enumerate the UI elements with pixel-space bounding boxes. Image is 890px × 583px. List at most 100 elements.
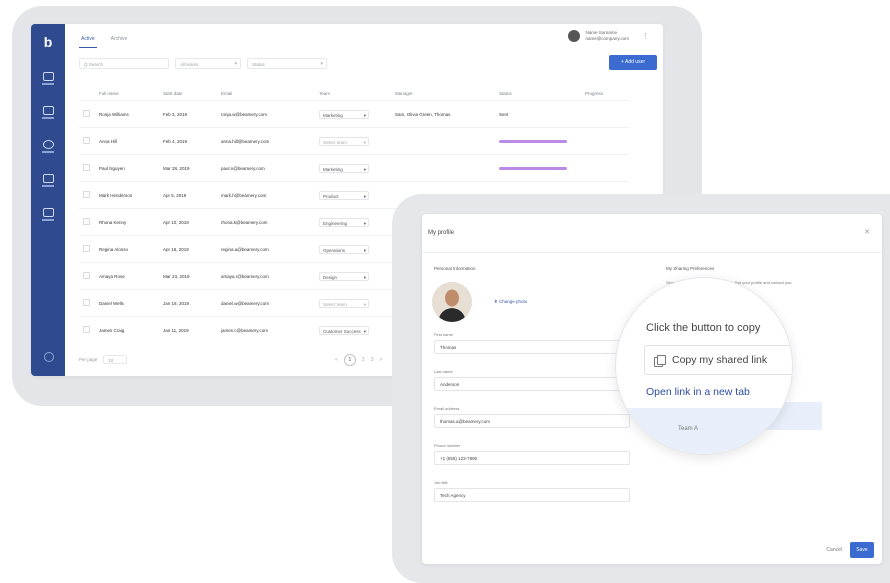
cell-status [495,127,581,155]
team-tag: Team A [678,426,699,432]
cell-date: Apr 5, 2019 [159,181,217,209]
row-checkbox[interactable] [83,245,90,252]
table-row[interactable]: Paul Nguyen Mar 28, 2019 paul.n@beamery.co… [79,154,629,182]
save-button[interactable]: Save [850,542,874,558]
phone-field[interactable]: +1 (555) 123-7890 [434,451,630,465]
copy-link-button[interactable]: Copy my shared link [644,345,792,375]
tab-archive[interactable]: Archive [109,34,130,48]
team-select[interactable]: Marketing ▾ [319,163,369,173]
team-select[interactable]: Customer Success ▾ [319,325,369,335]
table-row[interactable]: Ronja Williams Feb 3, 2019 ronja.w@beamery… [79,100,629,128]
page-link[interactable]: 2 [362,357,365,363]
row-checkbox[interactable] [83,191,90,198]
column-header[interactable]: Status [495,86,581,101]
cell-name[interactable]: Rhona Kenny [95,208,159,236]
cell-status: Sent [495,100,581,128]
copy-icon [654,354,666,367]
row-checkbox[interactable] [83,326,90,333]
avatar [568,30,581,42]
grid-icon[interactable] [39,174,57,190]
home-icon[interactable] [39,72,57,88]
last-name-field[interactable]: Anderson [434,377,630,391]
report-icon[interactable] [39,208,57,224]
column-header[interactable]: Team [315,86,391,101]
cell-name[interactable]: James Craig [95,316,159,343]
copy-link-label: Copy my shared link [672,354,768,366]
cell-manager [391,154,495,182]
field-label: Phone number [434,443,461,448]
cell-name[interactable]: Ronja Williams [95,100,159,128]
team-select[interactable]: Marketing ▾ [319,109,369,119]
prev-page-icon[interactable]: < [335,357,338,363]
team-select[interactable]: Engineering ▾ [319,217,369,227]
cell-date: Apr 16, 2019 [159,235,217,263]
page-current[interactable]: 1 [343,354,356,366]
row-checkbox[interactable] [83,164,90,171]
cell-date: Mar 23, 2019 [159,262,217,290]
sidebar: b [31,24,65,376]
row-checkbox[interactable] [83,299,90,306]
tab-active[interactable]: Active [79,34,97,48]
team-select[interactable]: Select team ▾ [319,298,369,308]
cell-date: Feb 3, 2019 [159,100,217,128]
cell-email: james.c@beamery.com [217,316,315,343]
row-checkbox[interactable] [83,218,90,225]
row-checkbox[interactable] [83,137,90,144]
table-row[interactable]: Anna Hill Feb 4, 2019 anna.hill@beamery.co… [79,127,629,155]
help-icon[interactable] [44,352,54,362]
job-title-field[interactable]: Tech Agency [434,488,630,502]
email-field[interactable]: thomas.a@beamery.com [434,414,630,428]
user-menu[interactable]: Name Surname name@company.com ⋮ [568,30,649,42]
team-select[interactable]: Product ▾ [319,190,369,200]
field-label: Last name [434,369,453,374]
list-icon[interactable] [39,106,57,122]
cell-name[interactable]: Daniel Wells [95,289,159,317]
user-icon[interactable] [39,140,57,156]
column-header[interactable]: Progress [581,86,629,101]
column-header[interactable]: Email [217,86,315,101]
first-name-field[interactable]: Thomas [434,340,630,354]
next-page-icon[interactable]: > [379,357,382,363]
cell-name[interactable]: Anna Hill [95,127,159,155]
field-label: Email address [434,406,460,411]
cell-email: paul.n@beamery.com [217,154,315,182]
cell-date: Jan 18, 2019 [159,289,217,317]
row-checkbox[interactable] [83,110,90,117]
app-logo[interactable]: b [40,34,56,50]
cell-manager: Sam, Olivia Green, Thomas [391,100,495,128]
add-user-button[interactable]: + Add user [609,55,657,70]
column-header[interactable]: Start date [159,86,217,101]
status-bar [499,139,567,143]
info-box-zoomed [616,408,792,454]
cell-name[interactable]: Paul Nguyen [95,154,159,182]
column-header[interactable]: Full name [95,86,159,101]
divider [422,252,882,253]
cancel-button[interactable]: Cancel [826,547,842,553]
search-input[interactable]: Q Search [79,58,169,69]
more-icon[interactable]: ⋮ [642,32,649,40]
per-page-label: Per page [79,357,98,362]
team-select[interactable]: Operations ▾ [319,244,369,254]
team-filter[interactable]: All teams ▾ [175,58,241,69]
cell-email: anna.hill@beamery.com [217,127,315,155]
status-bar [499,166,567,170]
cell-name[interactable]: Regina Alonso [95,235,159,263]
team-select[interactable]: Design ▾ [319,271,369,281]
change-photo-link[interactable]: ⬆ Change photo [494,299,527,305]
cell-email: mark.h@beamery.com [217,181,315,209]
per-page-select[interactable]: 10 [103,355,128,364]
status-filter[interactable]: Status ▾ [247,58,327,69]
open-link-new-tab[interactable]: Open link in a new tab [646,386,750,398]
cell-name[interactable]: Amaya Rose [95,262,159,290]
cell-email: daniel.w@beamery.com [217,289,315,317]
cell-email: regina.a@beamery.com [217,235,315,263]
user-email: name@company.com [585,36,629,41]
cell-date: Mar 28, 2019 [159,154,217,182]
page-link[interactable]: 3 [371,357,374,363]
copy-instruction: Click the button to copy [646,322,761,334]
row-checkbox[interactable] [83,272,90,279]
column-header[interactable]: Manager [391,86,495,101]
team-select[interactable]: Select team ▾ [319,136,369,146]
cell-name[interactable]: Mark Henderson [95,181,159,209]
close-icon[interactable]: ✕ [864,228,870,236]
